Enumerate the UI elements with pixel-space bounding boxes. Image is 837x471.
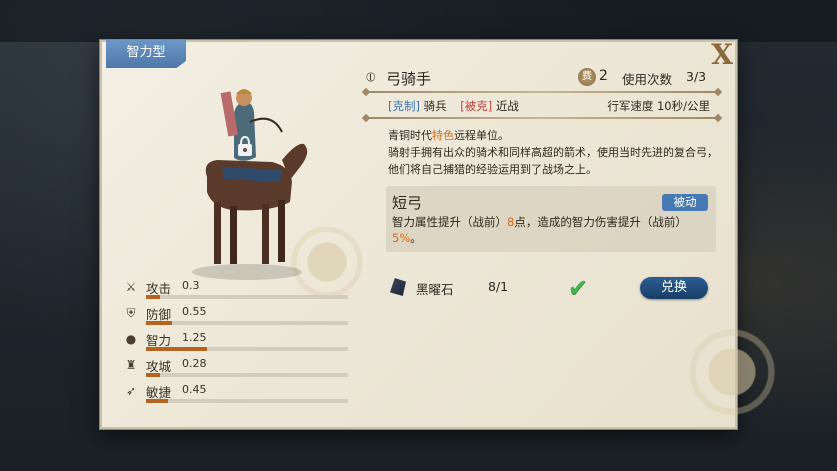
cost-icon: 费 xyxy=(578,68,596,86)
countered-tag: [被克] xyxy=(460,99,493,113)
stat-value: 0.3 xyxy=(182,279,200,292)
stat-row-defense: ⛨ 防御 0.55 xyxy=(124,304,354,330)
info-divider xyxy=(366,117,718,119)
item-row: 黑曜石 8/1 ✔ 兑换 xyxy=(390,274,720,302)
boot-icon: ➶ xyxy=(125,384,137,398)
skill-desc-b: 点，造成的智力伤害提升（战前） xyxy=(514,215,687,229)
skill-passive-badge: 被动 xyxy=(662,194,708,211)
stat-bar-fill xyxy=(146,399,169,403)
stat-bar-fill xyxy=(146,295,161,299)
stat-row-siege: ♜ 攻城 0.28 xyxy=(124,356,354,382)
desc-highlight: 特色 xyxy=(432,129,454,142)
stat-bar xyxy=(146,373,348,377)
type-tab: 智力型 xyxy=(106,40,186,68)
uses-label: 使用次数 xyxy=(622,72,673,87)
title-divider xyxy=(366,91,718,93)
close-button[interactable]: X xyxy=(711,38,733,71)
stat-bar-fill xyxy=(146,347,207,351)
desc-line2: 骑射手拥有出众的骑术和同样高超的箭术，使用当时先进的复合弓，他们将自己捕猎的经验… xyxy=(388,146,718,176)
march-speed: 行军速度 10秒/公里 xyxy=(607,99,710,113)
stat-bar-fill xyxy=(146,321,173,325)
stat-bar xyxy=(146,347,348,351)
redeem-button[interactable]: 兑换 xyxy=(640,277,708,299)
sword-icon: ⚔ xyxy=(125,280,137,294)
stat-value: 0.28 xyxy=(182,357,207,370)
stat-bar xyxy=(146,321,348,325)
stat-bar xyxy=(146,295,348,299)
stat-bar-fill xyxy=(146,373,161,377)
unit-name: 弓骑手 xyxy=(386,70,432,88)
item-count: 8/1 xyxy=(488,279,509,294)
shield-icon: ⛨ xyxy=(126,306,136,320)
unit-description: 青铜时代特色远程单位。 骑射手拥有出众的骑术和同样高超的箭术，使用当时先进的复合… xyxy=(388,127,718,178)
top-bar xyxy=(0,0,837,42)
stat-bar xyxy=(146,399,348,403)
counter-target: 骑兵 xyxy=(423,99,447,113)
tower-icon: ♜ xyxy=(125,358,137,372)
bow-icon: ⦶ xyxy=(366,70,376,85)
stat-row-agility: ➶ 敏捷 0.45 xyxy=(124,382,354,408)
cost-value: 2 xyxy=(599,68,608,84)
skill-description: 智力属性提升（战前）8点，造成的智力伤害提升（战前）5%。 xyxy=(392,214,712,246)
uses-value: 3/3 xyxy=(686,69,707,84)
sun-emblem xyxy=(642,282,822,462)
unit-title-row: ⦶ 弓骑手 费 2 使用次数 3/3 xyxy=(364,68,716,90)
head-icon: ● xyxy=(125,332,137,346)
countered-by: 近战 xyxy=(495,99,519,113)
item-name: 黑曜石 xyxy=(416,282,454,297)
unit-detail-panel: 智力型 X ⚔ 攻击 0.3 ⛨ 防御 0.55 ● 智力 1.25 ♜ 攻城 … xyxy=(100,38,822,462)
stat-value: 0.45 xyxy=(182,383,207,396)
skill-desc-a: 智力属性提升（战前） xyxy=(392,215,507,229)
stat-value: 1.25 xyxy=(182,331,207,344)
stat-value: 0.55 xyxy=(182,305,207,318)
skill-box: 短弓 被动 智力属性提升（战前）8点，造成的智力伤害提升（战前）5%。 xyxy=(386,186,716,252)
desc-prefix: 青铜时代 xyxy=(388,129,432,142)
counter-row: [克制] 骑兵 [被克] 近战 行军速度 10秒/公里 xyxy=(388,98,718,114)
horse-archer-figure xyxy=(192,89,308,280)
check-icon: ✔ xyxy=(568,274,589,302)
obsidian-icon xyxy=(390,278,406,296)
stat-row-attack: ⚔ 攻击 0.3 xyxy=(124,278,354,304)
stat-row-intellect: ● 智力 1.25 xyxy=(124,330,354,356)
skill-num2: 5% xyxy=(392,231,411,245)
skill-name: 短弓 xyxy=(392,194,423,212)
desc-rest: 远程单位。 xyxy=(454,129,509,142)
stats-list: ⚔ 攻击 0.3 ⛨ 防御 0.55 ● 智力 1.25 ♜ 攻城 0.28 ➶… xyxy=(124,278,354,408)
skill-desc-c: 。 xyxy=(410,231,422,245)
counter-tag: [克制] xyxy=(388,99,420,113)
